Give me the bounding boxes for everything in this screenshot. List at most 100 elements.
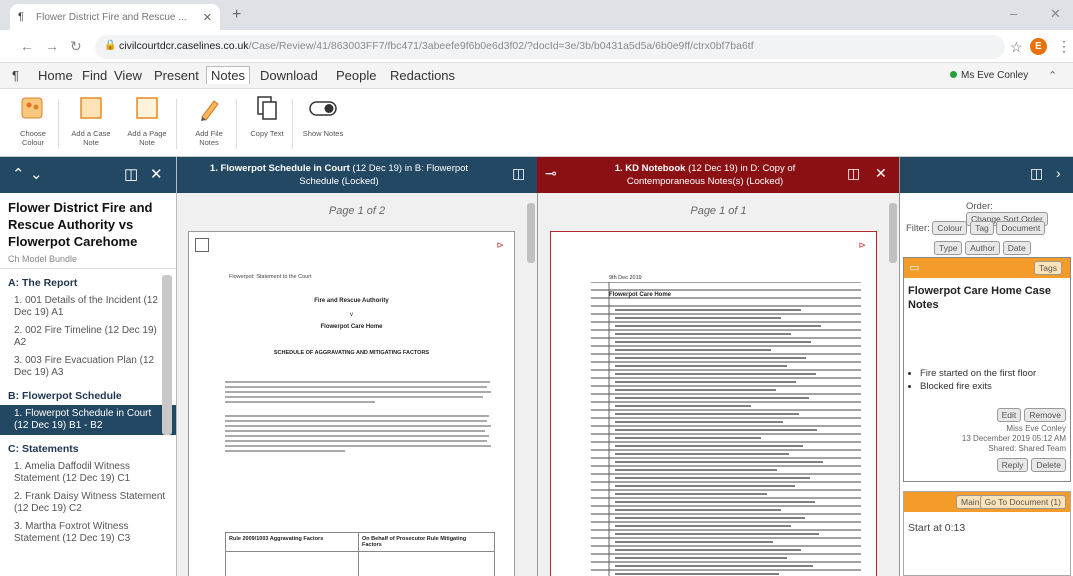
add-page-note-button[interactable]: Add a Page Note (124, 95, 170, 147)
notebook-date: 9th Dec 2019 (609, 275, 642, 281)
filter-row: Filter: Colour Tag Document (900, 221, 1051, 235)
page-note-icon[interactable] (195, 238, 209, 252)
reload-icon[interactable]: ↻ (70, 38, 82, 55)
url-field[interactable]: 🔒 civilcourtdcr.caselines.co.uk/Case/Rev… (95, 35, 1005, 59)
filter-colour-button[interactable]: Colour (932, 221, 968, 235)
filter-type-button[interactable]: Type (934, 241, 963, 255)
add-file-notes-button[interactable]: Add File Notes (186, 95, 232, 147)
ribbon-divider (236, 99, 237, 149)
choose-colour-button[interactable]: Choose Colour (10, 95, 56, 147)
index-item-selected[interactable]: 1. Flowerpot Schedule in Court (12 Dec 1… (0, 405, 176, 435)
bundle-index-panel: ⌃ ⌄ ◫ ✕ Flower District Fire and Rescue … (0, 157, 177, 576)
ribbon-divider (176, 99, 177, 149)
case-title: Flower District Fire and Rescue Authorit… (8, 200, 153, 249)
section-a-heading[interactable]: A: The Report (0, 269, 176, 292)
menu-present[interactable]: Present (150, 67, 203, 84)
section-c-heading[interactable]: C: Statements (0, 435, 176, 458)
reply-note-button[interactable]: Reply (996, 458, 1029, 472)
index-item[interactable]: 3. 003 Fire Evacuation Plan (12 Dec 19) … (0, 352, 176, 382)
menu-notes[interactable]: Notes (206, 66, 250, 84)
menu-download[interactable]: Download (256, 67, 322, 84)
page-indicator: Page 1 of 2 (328, 205, 386, 217)
index-item[interactable]: 1. 001 Details of the Incident (12 Dec 1… (0, 292, 176, 322)
new-tab-icon[interactable]: + (232, 6, 241, 24)
document-2-viewer[interactable]: Page 1 of 1 ⊳ 9th Dec 2019 Flowerpot Car… (537, 193, 899, 576)
minimize-icon[interactable]: – (1010, 6, 1017, 21)
add-case-note-button[interactable]: Add a Case Note (68, 95, 114, 147)
panel-layout-icon[interactable]: ◫ (847, 165, 860, 182)
expand-all-icon[interactable]: ⌄ (30, 165, 43, 183)
page-note-card[interactable]: Main Go To Document (1) Start at 0:13 (903, 491, 1071, 576)
index-item[interactable]: 1. Amelia Daffodil Witness Statement (12… (0, 458, 176, 488)
menu-view[interactable]: View (110, 67, 146, 84)
bundle-name[interactable]: Ch Model Bundle (0, 252, 176, 269)
extension-icon[interactable]: E (1030, 38, 1047, 55)
note-colour-bar: ▭ Tags (904, 258, 1070, 278)
document-2-header: ⊸ 1. KD Notebook (12 Dec 19) in D: Copy … (537, 157, 899, 193)
note-reply-actions: Reply Delete (904, 454, 1070, 472)
bookmark-icon[interactable]: ⊳ (496, 240, 504, 251)
unpin-icon[interactable]: ⊸ (545, 165, 557, 182)
user-name[interactable]: Ms Eve Conley (950, 70, 1028, 81)
menu-people[interactable]: People (332, 67, 380, 84)
case-note-card[interactable]: ▭ Tags Flowerpot Care Home Case Notes Fi… (903, 257, 1071, 482)
document-1-viewer[interactable]: Page 1 of 2 ⊳ Flowerpot: Statement to th… (177, 193, 537, 576)
document-page[interactable]: ⊳ Flowerpot: Statement to the Court Fire… (188, 231, 515, 576)
delete-note-button[interactable]: Delete (1031, 458, 1066, 472)
filter-document-button[interactable]: Document (996, 221, 1046, 235)
filter-date-button[interactable]: Date (1002, 241, 1031, 255)
document-1-scrollbar[interactable] (527, 203, 535, 263)
collapse-all-icon[interactable]: ⌃ (12, 165, 25, 183)
document-page[interactable]: ⊳ 9th Dec 2019 Flowerpot Care Home (550, 231, 877, 576)
caselines-favicon-icon: ¶ (18, 11, 24, 23)
document-1-title: 1. Flowerpot Schedule in Court (12 Dec 1… (209, 163, 469, 187)
choose-colour-label: Choose Colour (20, 129, 46, 147)
page-line: Fire and Rescue Authority (314, 298, 389, 304)
note-title: Flowerpot Care Home Case Notes (908, 285, 1052, 311)
note-bullet: Blocked fire exits (920, 381, 1070, 392)
ribbon-divider (58, 99, 59, 149)
index-item[interactable]: 3. Martha Foxtrot Witness Statement (12 … (0, 518, 176, 548)
menu-find[interactable]: Find (78, 67, 111, 84)
notes-panel: ◫ › Order: Change Sort Order Filter: Col… (899, 157, 1073, 576)
browser-tab[interactable]: ¶ Flower District Fire and Rescue ... ✕ (10, 4, 220, 30)
show-notes-button[interactable]: Show Notes (300, 95, 346, 138)
forward-icon[interactable]: → (45, 38, 59, 54)
window-close-icon[interactable]: ✕ (1050, 6, 1061, 22)
index-item[interactable]: 2. 002 Fire Timeline (12 Dec 19) A2 (0, 322, 176, 352)
bookmark-icon[interactable]: ⊳ (858, 240, 866, 251)
close-panel-icon[interactable]: ✕ (150, 165, 163, 183)
panel-layout-icon[interactable]: ◫ (1030, 165, 1043, 182)
close-tab-icon[interactable]: ✕ (203, 11, 212, 24)
filter-author-button[interactable]: Author (965, 241, 1001, 255)
ribbon-divider (292, 99, 293, 149)
remove-note-button[interactable]: Remove (1024, 408, 1066, 422)
index-item[interactable]: 2. Frank Daisy Witness Statement (12 Dec… (0, 488, 176, 518)
chevron-up-icon[interactable]: ⌃ (1048, 69, 1057, 82)
panel-layout-icon[interactable]: ◫ (512, 165, 525, 182)
notebook-lines (591, 282, 861, 576)
more-icon[interactable]: ⋮ (1057, 38, 1071, 55)
document-2-scrollbar[interactable] (889, 203, 897, 263)
filter-tag-button[interactable]: Tag (970, 221, 994, 235)
index-scrollbar[interactable] (162, 275, 172, 435)
note-tags-badge[interactable]: Tags (1034, 261, 1062, 275)
back-icon[interactable]: ← (20, 38, 34, 54)
star-icon[interactable]: ☆ (1010, 39, 1023, 56)
note-actions: Edit Remove (904, 394, 1070, 424)
menu-redactions[interactable]: Redactions (386, 67, 459, 84)
section-b-heading[interactable]: B: Flowerpot Schedule (0, 382, 176, 405)
menu-home[interactable]: Home (34, 67, 77, 84)
page-indicator: Page 1 of 1 (690, 205, 747, 217)
copy-text-button[interactable]: Copy Text (244, 95, 290, 138)
url-host: civilcourtdcr.caselines.co.uk (119, 40, 249, 52)
chevron-right-icon[interactable]: › (1056, 165, 1061, 181)
go-to-document-button[interactable]: Go To Document (1) (979, 495, 1066, 509)
close-document-icon[interactable]: ✕ (875, 165, 887, 182)
edit-note-button[interactable]: Edit (996, 408, 1022, 422)
document-1-status: (Locked) (341, 176, 379, 187)
panel-layout-icon[interactable]: ◫ (124, 165, 138, 183)
document-1-header: 1. Flowerpot Schedule in Court (12 Dec 1… (177, 157, 537, 193)
page-line: Flowerpot Care Home (320, 324, 383, 330)
palette-icon (21, 97, 43, 119)
